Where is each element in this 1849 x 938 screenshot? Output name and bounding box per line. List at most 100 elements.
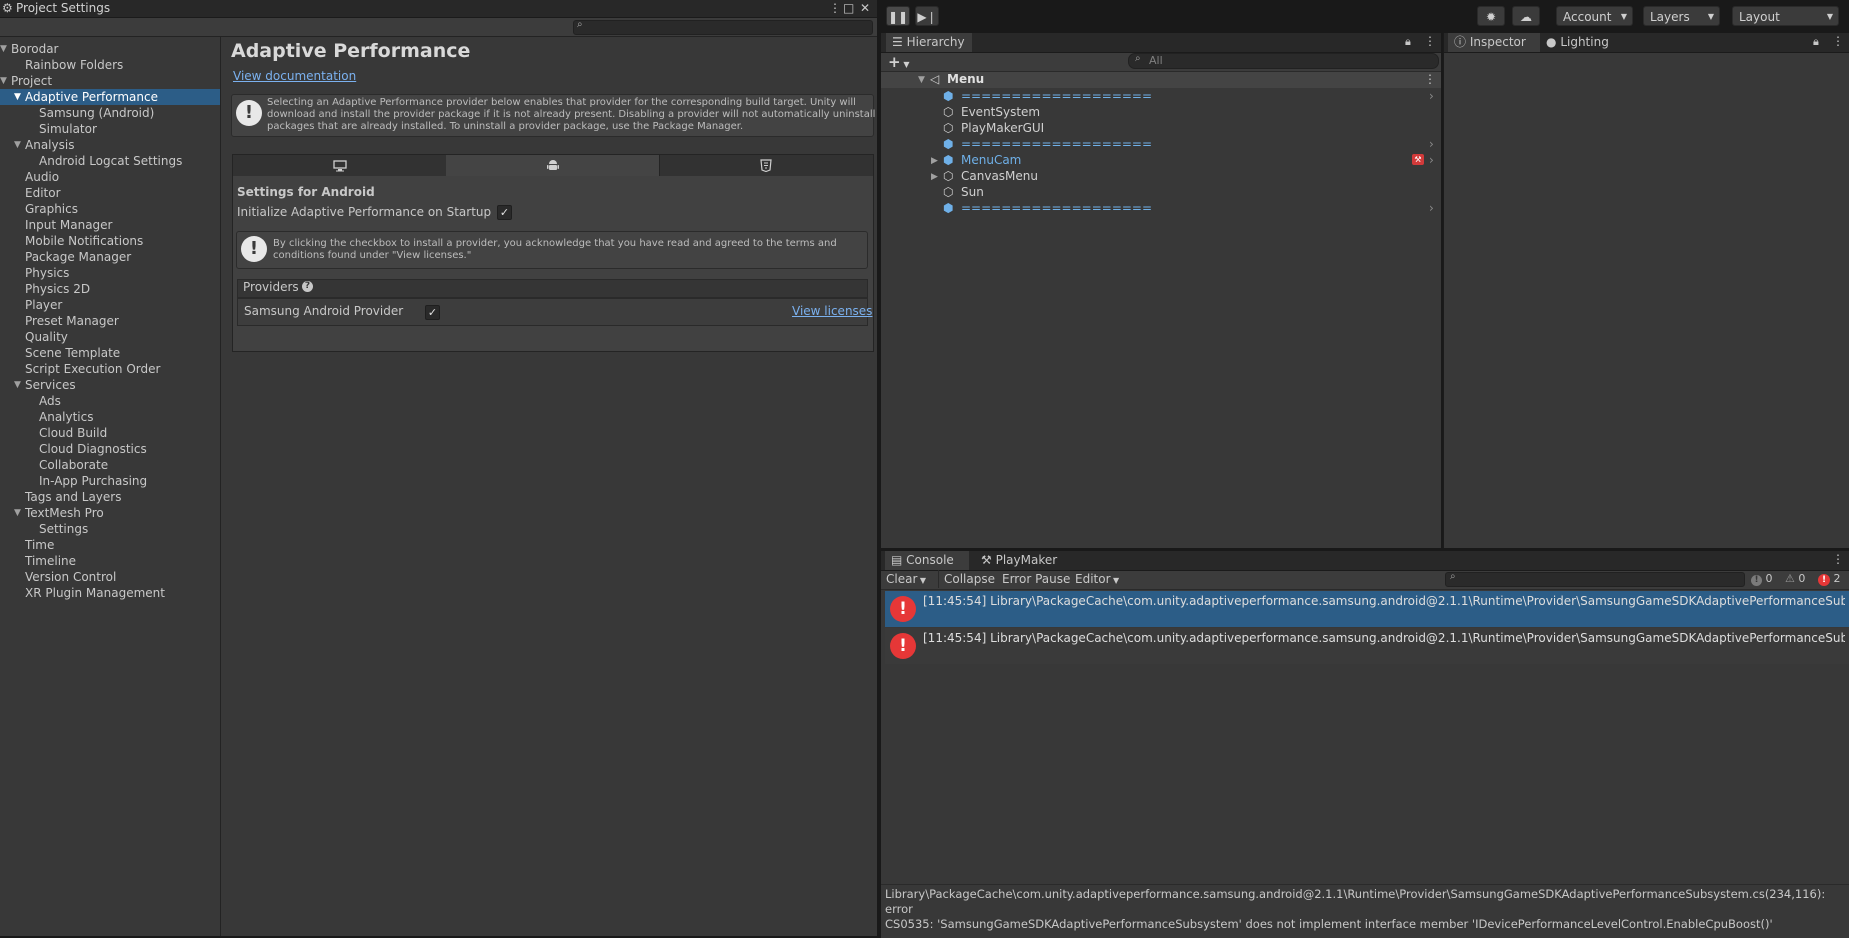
- expand-arrow-icon[interactable]: ▼: [918, 75, 925, 85]
- lock-icon[interactable]: 🔒︎: [1405, 35, 1411, 49]
- maximize-icon[interactable]: □: [843, 1, 854, 15]
- error-pause-button[interactable]: Error Pause: [1002, 572, 1070, 586]
- hierarchy-item[interactable]: ⬢ =================== ›: [881, 136, 1441, 152]
- tab-webgl[interactable]: [659, 155, 873, 176]
- sidebar-item[interactable]: Android Logcat Settings: [0, 153, 220, 169]
- collapse-button[interactable]: Collapse: [944, 572, 995, 586]
- console-search-input[interactable]: [1445, 572, 1745, 587]
- sidebar-item[interactable]: Settings: [0, 521, 220, 537]
- console-log-row[interactable]: ! [11:45:54] Library\PackageCache\com.uni…: [885, 628, 1849, 664]
- warning-toggle[interactable]: ⚠ 0: [1785, 572, 1805, 585]
- editor-target-dropdown[interactable]: Editor ▼: [1075, 572, 1119, 586]
- tab-desktop[interactable]: [233, 155, 447, 176]
- sidebar-item[interactable]: ▼ Adaptive Performance: [0, 89, 220, 105]
- sidebar-item[interactable]: ▼ TextMesh Pro: [0, 505, 220, 521]
- view-documentation-link[interactable]: View documentation: [233, 69, 356, 83]
- unity-scene-icon: ◁: [930, 72, 940, 86]
- lock-icon[interactable]: 🔒︎: [1813, 35, 1819, 49]
- hierarchy-item[interactable]: ▶ ⬡ CanvasMenu: [881, 168, 1441, 184]
- sidebar-item[interactable]: Player: [0, 297, 220, 313]
- tab-playmaker[interactable]: ⚒ PlayMaker: [975, 551, 1071, 570]
- pause-button[interactable]: ❚❚: [886, 6, 910, 26]
- sidebar-item[interactable]: In-App Purchasing: [0, 473, 220, 489]
- sidebar-item[interactable]: Quality: [0, 329, 220, 345]
- error-toggle[interactable]: ! 2: [1818, 572, 1841, 586]
- sidebar-item[interactable]: Simulator: [0, 121, 220, 137]
- sidebar-item[interactable]: Tags and Layers: [0, 489, 220, 505]
- hierarchy-item[interactable]: ⬢ =================== ›: [881, 200, 1441, 216]
- hierarchy-search-input[interactable]: [1128, 53, 1439, 69]
- tab-android[interactable]: [446, 155, 660, 176]
- view-licenses-link[interactable]: View licenses: [792, 304, 872, 318]
- sidebar-item[interactable]: Package Manager: [0, 249, 220, 265]
- sidebar-item[interactable]: Script Execution Order: [0, 361, 220, 377]
- account-dropdown[interactable]: Account ▼: [1556, 6, 1633, 26]
- sidebar-item[interactable]: Physics 2D: [0, 281, 220, 297]
- sidebar-item[interactable]: Input Manager: [0, 217, 220, 233]
- sidebar-item[interactable]: Samsung (Android): [0, 105, 220, 121]
- lighting-toggle-button[interactable]: ✹: [1477, 6, 1505, 26]
- chevron-right-icon[interactable]: ›: [1429, 200, 1434, 216]
- hierarchy-item[interactable]: ▶ ⬢ MenuCam ⚒ ›: [881, 152, 1441, 168]
- step-button[interactable]: ▶❘: [915, 6, 939, 26]
- expand-arrow-icon[interactable]: ▼: [14, 505, 21, 521]
- expand-arrow-icon[interactable]: ▼: [14, 89, 21, 105]
- sidebar-item[interactable]: Preset Manager: [0, 313, 220, 329]
- layout-dropdown[interactable]: Layout ▼: [1732, 6, 1839, 26]
- sidebar-item[interactable]: ▼ Services: [0, 377, 220, 393]
- sidebar-item[interactable]: Cloud Build: [0, 425, 220, 441]
- close-icon[interactable]: ✕: [860, 1, 870, 15]
- hierarchy-item[interactable]: ⬢ =================== ›: [881, 88, 1441, 104]
- sidebar-item[interactable]: Ads: [0, 393, 220, 409]
- sidebar-item[interactable]: Audio: [0, 169, 220, 185]
- hierarchy-item[interactable]: ⬡ PlayMakerGUI: [881, 120, 1441, 136]
- sidebar-item[interactable]: Analytics: [0, 409, 220, 425]
- hierarchy-item[interactable]: ⬡ EventSystem: [881, 104, 1441, 120]
- expand-arrow-icon[interactable]: ▶: [931, 153, 938, 169]
- kebab-menu-icon[interactable]: ⋮: [1424, 34, 1436, 48]
- sidebar-item[interactable]: XR Plugin Management: [0, 585, 220, 601]
- kebab-menu-icon[interactable]: ⋮: [1424, 72, 1436, 86]
- sidebar-item[interactable]: Timeline: [0, 553, 220, 569]
- chevron-right-icon[interactable]: ›: [1429, 88, 1434, 104]
- help-icon[interactable]: ?: [302, 281, 313, 292]
- sidebar-item[interactable]: Cloud Diagnostics: [0, 441, 220, 457]
- expand-arrow-icon[interactable]: ▼: [14, 137, 21, 153]
- tab-console[interactable]: ▤ Console: [885, 551, 969, 570]
- sidebar-item[interactable]: Editor: [0, 185, 220, 201]
- layers-dropdown[interactable]: Layers ▼: [1643, 6, 1720, 26]
- tab-lighting[interactable]: ● Lighting: [1542, 33, 1626, 52]
- kebab-menu-icon[interactable]: ⋮: [1832, 34, 1844, 48]
- add-object-button[interactable]: + ▼: [888, 53, 910, 71]
- sidebar-item[interactable]: Graphics: [0, 201, 220, 217]
- info-toggle[interactable]: ! 0: [1751, 572, 1773, 586]
- kebab-menu-icon[interactable]: ⋮: [829, 1, 841, 15]
- provider-checkbox[interactable]: ✓: [425, 305, 440, 320]
- console-log-row[interactable]: ! [11:45:54] Library\PackageCache\com.uni…: [885, 591, 1849, 627]
- sidebar-item[interactable]: ▼ Borodar: [0, 41, 220, 57]
- kebab-menu-icon[interactable]: ⋮: [1832, 552, 1844, 566]
- initialize-on-startup-checkbox[interactable]: ✓: [497, 205, 512, 220]
- sidebar-item[interactable]: Collaborate: [0, 457, 220, 473]
- sidebar-item[interactable]: Scene Template: [0, 345, 220, 361]
- expand-arrow-icon[interactable]: ▼: [0, 41, 7, 57]
- clear-button[interactable]: Clear ▼: [886, 572, 926, 586]
- chevron-right-icon[interactable]: ›: [1429, 136, 1434, 152]
- settings-search-input[interactable]: [573, 20, 873, 35]
- sidebar-item[interactable]: Mobile Notifications: [0, 233, 220, 249]
- tab-inspector[interactable]: ⓘ Inspector: [1448, 33, 1540, 52]
- sidebar-item[interactable]: ▼ Analysis: [0, 137, 220, 153]
- sidebar-item[interactable]: ▼ Project: [0, 73, 220, 89]
- sidebar-item[interactable]: Rainbow Folders: [0, 57, 220, 73]
- detail-divider[interactable]: [881, 884, 1849, 885]
- expand-arrow-icon[interactable]: ▼: [0, 73, 7, 89]
- cloud-button[interactable]: ☁: [1512, 6, 1540, 26]
- sidebar-item[interactable]: Physics: [0, 265, 220, 281]
- hierarchy-item[interactable]: ⬡ Sun: [881, 184, 1441, 200]
- expand-arrow-icon[interactable]: ▶: [931, 169, 938, 185]
- expand-arrow-icon[interactable]: ▼: [14, 377, 21, 393]
- tab-hierarchy[interactable]: ☰ Hierarchy: [886, 33, 972, 52]
- sidebar-item[interactable]: Version Control: [0, 569, 220, 585]
- sidebar-item[interactable]: Time: [0, 537, 220, 553]
- chevron-right-icon[interactable]: ›: [1429, 152, 1434, 168]
